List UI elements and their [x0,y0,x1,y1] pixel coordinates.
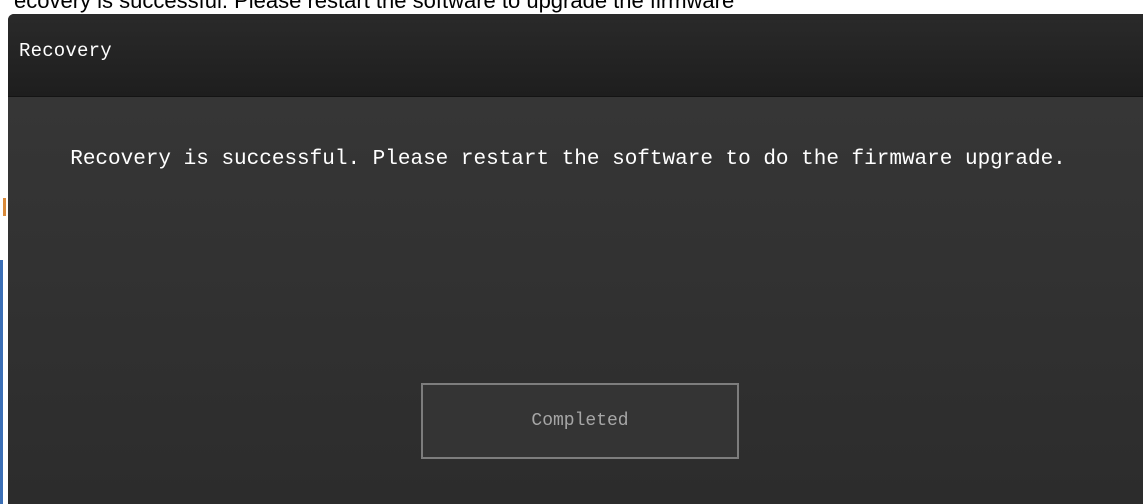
dialog-titlebar[interactable]: Recovery [8,14,1143,97]
background-edge-accent [3,198,6,216]
completed-button[interactable]: Completed [421,383,739,459]
background-edge-bar [0,260,3,504]
recovery-dialog: Recovery Recovery is successful. Please … [8,14,1143,504]
recovery-message: Recovery is successful. Please restart t… [70,148,1066,171]
background-caption-text: ecovery is successful. Please restart th… [14,0,735,13]
dialog-title: Recovery [19,40,112,62]
